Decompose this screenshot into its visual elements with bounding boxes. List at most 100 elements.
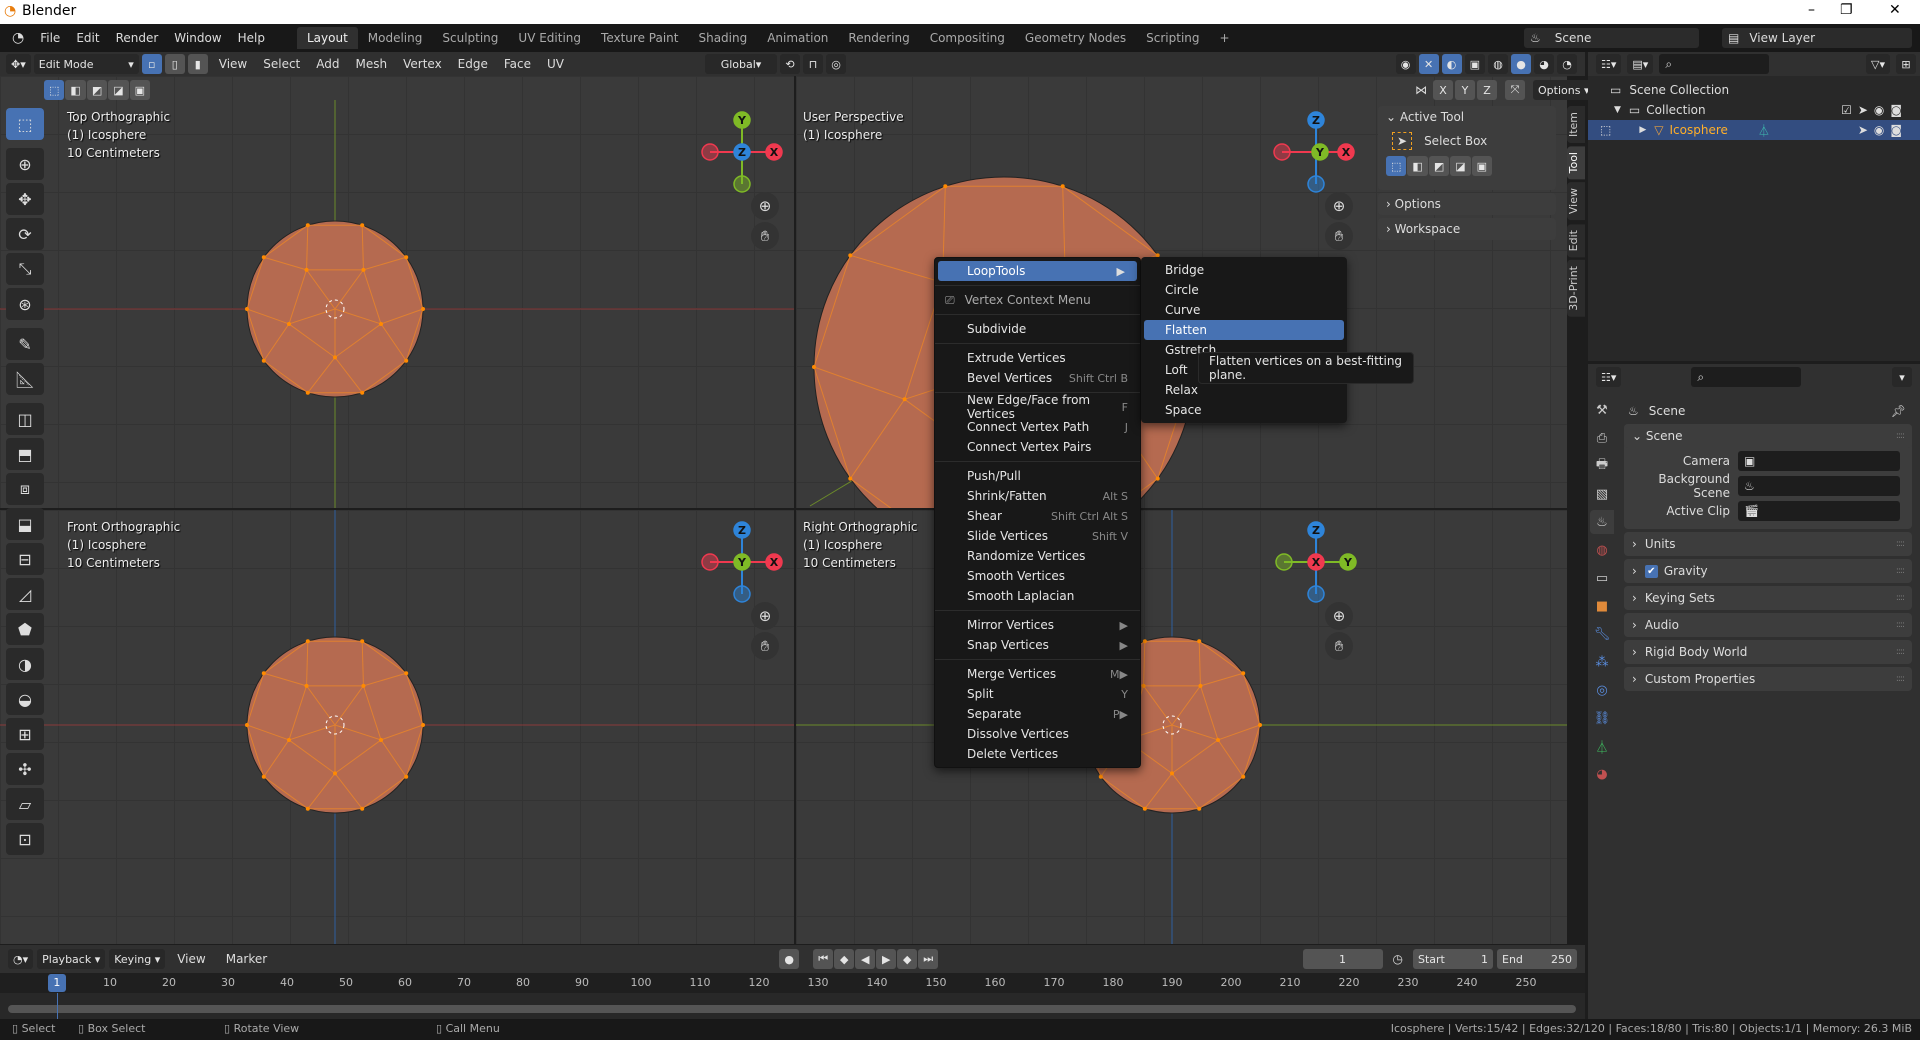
menu-item-bevel-vertices[interactable]: Bevel Vertices Shift Ctrl B bbox=[935, 368, 1140, 388]
poly-build-icon[interactable]: ⬟ bbox=[6, 613, 44, 645]
tab-sculpting[interactable]: Sculpting bbox=[432, 27, 508, 49]
collection-visibility-icons[interactable]: ☑➤◉◙ bbox=[1841, 103, 1908, 117]
properties-tab-collection-icon[interactable]: ▭ bbox=[1590, 566, 1614, 590]
select-invert-icon[interactable]: ◪ bbox=[108, 80, 129, 100]
z-axis-handle[interactable] bbox=[1307, 175, 1325, 193]
menu-item-smooth-vertices[interactable]: Smooth Vertices bbox=[935, 566, 1140, 586]
keying-menu[interactable]: Keying ▾ bbox=[109, 949, 166, 969]
shear-icon[interactable]: ▱ bbox=[6, 788, 44, 820]
active-tool-header[interactable]: ⌄ Active Tool bbox=[1386, 110, 1548, 124]
next-keyframe-icon[interactable]: ◆ bbox=[897, 949, 918, 969]
submenu-item-space[interactable]: Space bbox=[1141, 400, 1347, 420]
loop-cut-icon[interactable]: ⊟ bbox=[6, 543, 44, 575]
add-cube-icon[interactable]: ◫ bbox=[6, 403, 44, 435]
sidebar-tab-item[interactable]: Item bbox=[1567, 106, 1585, 144]
sidebar-tab-edit[interactable]: Edit bbox=[1567, 223, 1585, 257]
icosphere-mesh[interactable] bbox=[245, 636, 425, 814]
tab-scripting[interactable]: Scripting bbox=[1136, 27, 1209, 49]
object-visibility-icons[interactable]: ➤◉◙ bbox=[1858, 123, 1908, 137]
sidebar-tab-view[interactable]: View bbox=[1567, 182, 1585, 221]
editor-type-button[interactable]: ◔▾ bbox=[8, 949, 34, 969]
x-axis-handle[interactable] bbox=[1273, 143, 1291, 161]
properties-search-input[interactable]: ⌕ bbox=[1691, 367, 1802, 387]
scale-icon[interactable]: ⤡ bbox=[6, 253, 44, 285]
menu-item-connect-vertex-pairs[interactable]: Connect Vertex Pairs bbox=[935, 437, 1140, 457]
mirror-z-toggle[interactable]: Z bbox=[1477, 80, 1497, 100]
tab-uv-editing[interactable]: UV Editing bbox=[508, 27, 591, 49]
filter-icon[interactable]: ▤▾ bbox=[1627, 54, 1654, 74]
tab-compositing[interactable]: Compositing bbox=[920, 27, 1015, 49]
menu-render[interactable]: Render bbox=[108, 28, 167, 48]
properties-tab-physics-icon[interactable]: ◎ bbox=[1590, 678, 1614, 702]
property-field-active-clip[interactable]: 🎬︎ bbox=[1738, 500, 1900, 521]
bevel-icon[interactable]: ⬓ bbox=[6, 508, 44, 540]
drag-handle-icon[interactable]: :::: bbox=[1896, 674, 1905, 684]
menu-item-slide-vertices[interactable]: Slide Vertices Shift V bbox=[935, 526, 1140, 546]
select-subtract-icon[interactable]: ◩ bbox=[1428, 156, 1450, 176]
menu-item-randomize-vertices[interactable]: Randomize Vertices bbox=[935, 546, 1140, 566]
face-select-mode-button[interactable]: ▮ bbox=[187, 54, 208, 74]
solid-shading-icon[interactable]: ● bbox=[1511, 54, 1531, 74]
select-new-icon[interactable]: ⬚ bbox=[44, 80, 65, 100]
select-box-icon[interactable]: ➤ bbox=[1392, 132, 1413, 150]
menu-item-extrude-vertices[interactable]: Extrude Vertices bbox=[935, 348, 1140, 368]
pan-hand-icon[interactable]: ✋︎ bbox=[1325, 632, 1353, 660]
timeline-scrollbar[interactable] bbox=[8, 1005, 1576, 1013]
pan-hand-icon[interactable]: ✋︎ bbox=[751, 222, 779, 250]
mirror-x-toggle[interactable]: X bbox=[1433, 80, 1453, 100]
pin-menu-icon[interactable]: ⎚ bbox=[945, 293, 955, 308]
options-section[interactable]: › Options bbox=[1378, 193, 1556, 215]
submenu-item-bridge[interactable]: Bridge bbox=[1141, 260, 1347, 280]
measure-icon[interactable]: 📐︎ bbox=[6, 363, 44, 395]
current-frame-field[interactable]: 1 bbox=[1302, 949, 1383, 969]
minimize-button[interactable]: – bbox=[1808, 2, 1815, 18]
editor-type-button[interactable]: ☷▾ bbox=[1596, 367, 1622, 387]
overlay-toggle-icon[interactable]: ◐ bbox=[1441, 54, 1462, 74]
properties-tab-material-icon[interactable]: ◕ bbox=[1590, 762, 1614, 786]
mode-selector[interactable]: Edit Mode ▾ bbox=[33, 54, 139, 74]
rip-region-icon[interactable]: ⊡ bbox=[6, 823, 44, 855]
menu-item-snap-vertices[interactable]: Snap Vertices ▶ bbox=[935, 635, 1140, 655]
drag-handle-icon[interactable]: :::: bbox=[1896, 539, 1905, 549]
submenu-item-circle[interactable]: Circle bbox=[1141, 280, 1347, 300]
filter-funnel-icon[interactable]: ▽▾ bbox=[1866, 54, 1890, 74]
pivot-point-icon[interactable]: ⟲ bbox=[780, 54, 801, 74]
zoom-icon[interactable]: ⊕ bbox=[751, 602, 779, 630]
select-extend-icon[interactable]: ◧ bbox=[65, 80, 86, 100]
cursor-icon[interactable]: ⊕ bbox=[6, 148, 44, 180]
submenu-item-curve[interactable]: Curve bbox=[1141, 300, 1347, 320]
mesh-data-icon[interactable]: ⏃ bbox=[1758, 122, 1770, 139]
frame-ruler[interactable]: 10 20 30 40 50 60 70 80 90 100 110 120 130 140 150 160 1… bbox=[0, 973, 1585, 993]
tab-animation[interactable]: Animation bbox=[757, 27, 838, 49]
drag-handle-icon[interactable]: :::: bbox=[1896, 566, 1905, 576]
zoom-icon[interactable]: ⊕ bbox=[1325, 192, 1353, 220]
edit-mode-icon[interactable]: ⬚ bbox=[1600, 123, 1611, 137]
select-box-icon[interactable]: ⬚ bbox=[6, 108, 44, 140]
icosphere-mesh[interactable] bbox=[245, 220, 425, 398]
menu-face[interactable]: Face bbox=[496, 54, 539, 74]
x-axis-handle[interactable] bbox=[701, 143, 719, 161]
menu-view[interactable]: View bbox=[211, 54, 255, 74]
tab-layout[interactable]: Layout bbox=[296, 27, 358, 49]
expand-arrow-icon[interactable]: ▼ bbox=[1614, 105, 1621, 115]
properties-tab-object-icon[interactable]: ■ bbox=[1590, 594, 1614, 618]
y-axis-handle[interactable] bbox=[733, 175, 751, 193]
properties-tab-data-icon[interactable]: ⏃ bbox=[1590, 734, 1614, 758]
menu-edit[interactable]: Edit bbox=[68, 28, 107, 48]
menu-item-merge-vertices[interactable]: Merge Vertices M▶ bbox=[935, 664, 1140, 684]
properties-tab-constraints-icon[interactable]: ⛓︎ bbox=[1590, 706, 1614, 730]
scene-section-header[interactable]: ⌄ Scene:::: bbox=[1624, 424, 1912, 448]
smooth-icon[interactable]: ◒ bbox=[6, 683, 44, 715]
shrink-fatten-icon[interactable]: ✣ bbox=[6, 753, 44, 785]
gravity-checkbox[interactable]: ✔ bbox=[1644, 564, 1658, 578]
annotate-icon[interactable]: ✎ bbox=[6, 328, 44, 360]
visibility-icon[interactable]: ◉ bbox=[1395, 54, 1416, 74]
z-axis-handle[interactable] bbox=[1307, 585, 1325, 603]
options-chevron-icon[interactable]: ▾ bbox=[1892, 367, 1912, 387]
wireframe-shading-icon[interactable]: ◍ bbox=[1488, 54, 1508, 74]
transform-icon[interactable]: ⊛ bbox=[6, 288, 44, 320]
zoom-icon[interactable]: ⊕ bbox=[751, 192, 779, 220]
menu-add[interactable]: Add bbox=[308, 54, 347, 74]
snap-icon[interactable]: ⊓ bbox=[803, 54, 824, 74]
menu-edge[interactable]: Edge bbox=[450, 54, 496, 74]
